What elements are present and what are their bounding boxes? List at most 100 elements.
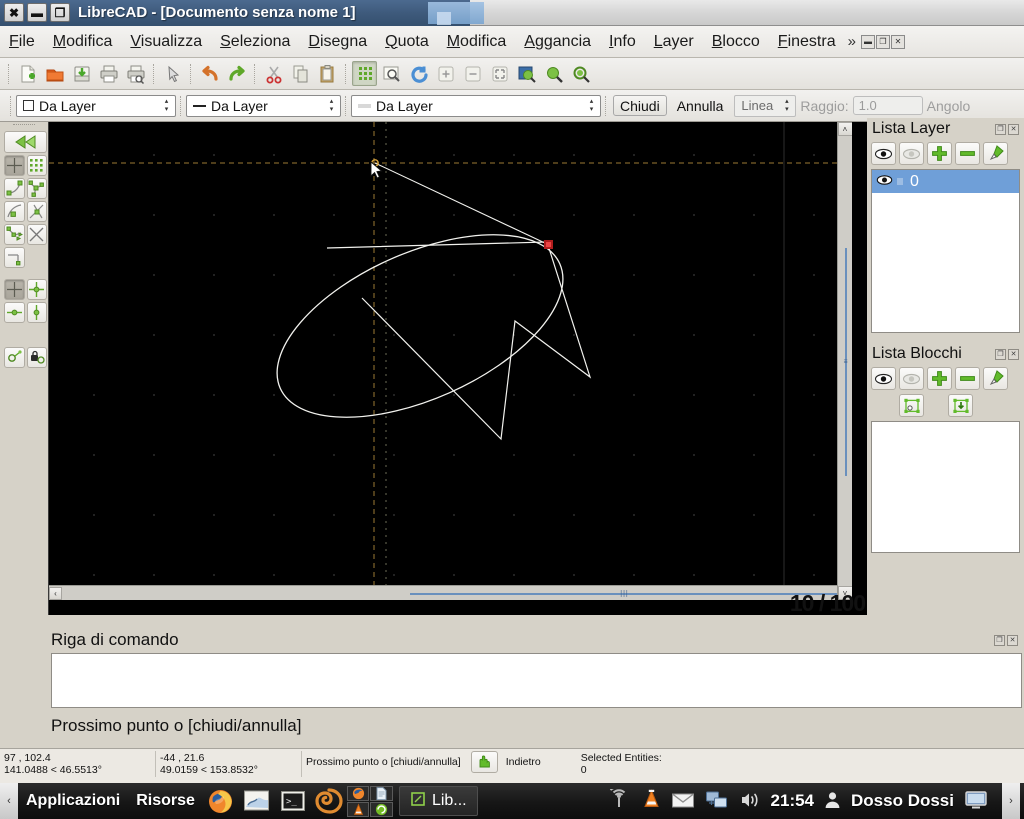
taskbar-librecad-window-button[interactable]: Lib...	[398, 786, 478, 816]
vlc-small-icon[interactable]	[346, 802, 370, 817]
new-file-icon[interactable]	[15, 61, 40, 86]
layer-panel-close-button[interactable]: ✕	[1008, 123, 1019, 135]
terminal-icon[interactable]: >_	[275, 785, 311, 817]
paste-icon[interactable]	[315, 61, 340, 86]
hide-all-blocks-icon[interactable]	[899, 367, 924, 390]
wifi-icon[interactable]	[606, 785, 632, 814]
pen-linetype-combo[interactable]: Da Layer ▴ ▾	[351, 94, 601, 117]
snap-grid-icon[interactable]	[26, 155, 47, 176]
menu-disegna[interactable]: Disegna	[299, 30, 376, 54]
relative-zero-icon[interactable]	[4, 347, 25, 368]
restrict-horizontal-icon[interactable]	[4, 302, 25, 323]
command-history-view[interactable]	[51, 653, 1022, 708]
menu-info[interactable]: Info	[600, 30, 645, 54]
menu-file[interactable]: File	[0, 30, 44, 54]
applications-menu[interactable]: Applicazioni	[18, 792, 128, 810]
hide-all-layers-icon[interactable]	[899, 142, 924, 165]
shell-snail-icon[interactable]	[311, 785, 347, 817]
undo-segment-button[interactable]: Annulla	[670, 95, 731, 116]
restrict-orthogonal-icon[interactable]	[26, 279, 47, 300]
taskbar-collapse-left-icon[interactable]: ‹	[0, 783, 18, 819]
canvas-horizontal-scrollbar[interactable]: ‹ ||| ›	[49, 585, 852, 600]
create-block-icon[interactable]	[948, 394, 973, 417]
taskbar-clock[interactable]: 21:54	[771, 791, 814, 811]
image-viewer-icon[interactable]	[239, 785, 275, 817]
copy-icon[interactable]	[288, 61, 313, 86]
mdi-minimize-button[interactable]: ▬	[860, 34, 875, 49]
show-all-layers-icon[interactable]	[871, 142, 896, 165]
show-all-blocks-icon[interactable]	[871, 367, 896, 390]
insert-block-icon[interactable]	[899, 394, 924, 417]
zoom-out-icon[interactable]	[460, 61, 485, 86]
opensuse-small-icon[interactable]	[370, 802, 393, 817]
select-pointer-icon[interactable]	[160, 61, 185, 86]
add-block-icon[interactable]	[927, 367, 952, 390]
network-icon[interactable]	[705, 790, 729, 813]
zoom-selection-icon[interactable]	[541, 61, 566, 86]
layer-list-item[interactable]: 0	[872, 170, 1019, 193]
add-layer-icon[interactable]	[927, 142, 952, 165]
menu-quota[interactable]: Quota	[376, 30, 438, 54]
mdi-close-button[interactable]: ✕	[890, 34, 905, 49]
snap-on-entity-icon[interactable]	[26, 178, 47, 199]
snap-perpendicular-icon[interactable]	[4, 247, 25, 268]
canvas-vertical-scrollbar[interactable]: ˄ ≡ ˅	[837, 122, 852, 600]
snap-endpoint-icon[interactable]	[4, 178, 25, 199]
scroll-left-arrow-icon[interactable]: ‹	[49, 586, 62, 600]
command-panel-float-button[interactable]: ❐	[994, 634, 1005, 646]
hand-back-icon[interactable]	[470, 751, 498, 773]
vlc-cone-icon[interactable]	[642, 789, 661, 813]
scroll-up-arrow-icon[interactable]: ˄	[837, 122, 852, 136]
taskbar-username[interactable]: Dosso Dossi	[851, 791, 954, 811]
layer-panel-float-button[interactable]: ❐	[995, 123, 1006, 135]
mail-icon[interactable]	[671, 791, 695, 812]
block-panel-close-button[interactable]: ✕	[1008, 348, 1019, 360]
menu-visualizza[interactable]: Visualizza	[121, 30, 211, 54]
polyline-mode-combo[interactable]: Linea ▴ ▾	[734, 94, 797, 117]
firefox-icon[interactable]	[203, 785, 239, 817]
redraw-icon[interactable]	[406, 61, 431, 86]
snap-intersection-icon[interactable]	[26, 224, 47, 245]
restrict-nothing-icon[interactable]	[4, 279, 25, 300]
zoom-pan-icon[interactable]	[568, 61, 593, 86]
zoom-window-icon[interactable]	[379, 61, 404, 86]
menu-overflow-chevron[interactable]: »	[845, 33, 859, 50]
open-file-icon[interactable]	[42, 61, 67, 86]
zoom-in-icon[interactable]	[433, 61, 458, 86]
layer-list[interactable]: 0	[871, 169, 1020, 333]
close-button[interactable]: ✖	[4, 3, 24, 22]
minimize-button[interactable]: ▬	[27, 3, 47, 22]
snap-free-icon[interactable]	[4, 155, 25, 176]
hscroll-thumb[interactable]: |||	[410, 591, 839, 598]
snap-middle-icon[interactable]	[26, 201, 47, 222]
places-menu[interactable]: Risorse	[128, 792, 203, 810]
save-file-icon[interactable]	[69, 61, 94, 86]
zoom-previous-icon[interactable]	[514, 61, 539, 86]
display-icon[interactable]	[964, 790, 988, 813]
mdi-restore-button[interactable]: ❐	[875, 34, 890, 49]
restrict-vertical-icon[interactable]	[26, 302, 47, 323]
vscroll-thumb[interactable]: ≡	[843, 248, 848, 476]
close-polyline-button[interactable]: Chiudi	[613, 95, 667, 116]
zoom-auto-icon[interactable]	[487, 61, 512, 86]
volume-icon[interactable]	[739, 791, 761, 812]
menu-layer[interactable]: Layer	[645, 30, 703, 54]
layer-visibility-icon[interactable]	[876, 173, 893, 191]
pen-width-combo[interactable]: Da Layer ▴ ▾	[186, 94, 341, 117]
snap-distance-icon[interactable]	[4, 224, 25, 245]
drawing-canvas[interactable]: ‹ ||| › ˄ ≡ ˅	[49, 122, 852, 600]
grid-toggle-icon[interactable]	[352, 61, 377, 86]
menu-modifica[interactable]: Modifica	[44, 30, 122, 54]
edit-block-icon[interactable]	[983, 367, 1008, 390]
layer-lock-indicator[interactable]	[896, 177, 904, 186]
block-panel-float-button[interactable]: ❐	[995, 348, 1006, 360]
pen-color-combo[interactable]: Da Layer ▴ ▾	[16, 94, 176, 117]
taskbar-expand-right-icon[interactable]: ›	[1002, 783, 1020, 819]
maximize-button[interactable]: ❐	[50, 3, 70, 22]
print-preview-icon[interactable]	[123, 61, 148, 86]
command-panel-close-button[interactable]: ✕	[1007, 634, 1018, 646]
remove-layer-icon[interactable]	[955, 142, 980, 165]
undo-icon[interactable]	[197, 61, 222, 86]
firefox-small-icon[interactable]	[346, 786, 370, 801]
back-arrow-icon[interactable]	[4, 131, 47, 153]
